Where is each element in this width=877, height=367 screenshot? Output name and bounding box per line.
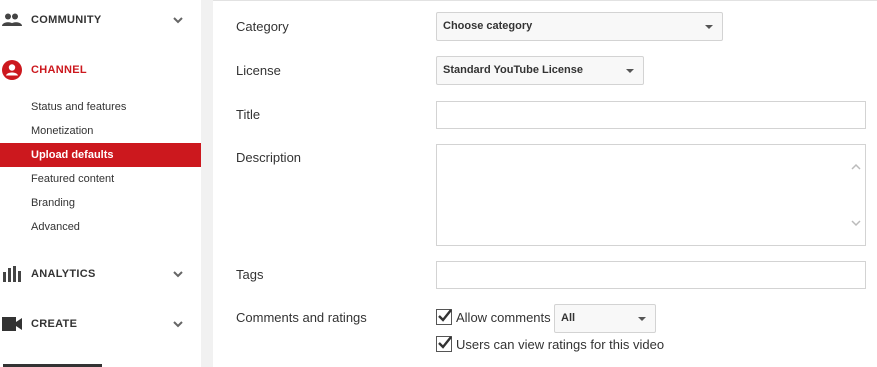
view-ratings-checkbox[interactable] xyxy=(436,336,452,352)
upload-defaults-form: Category Choose category License Standar… xyxy=(213,0,877,367)
sidebar-item-label: Advanced xyxy=(31,221,80,233)
nav-section-label: COMMUNITY xyxy=(31,14,102,26)
chevron-down-icon[interactable] xyxy=(172,268,184,280)
license-select-value: Standard YouTube License xyxy=(443,64,583,76)
nav-section-channel[interactable]: CHANNEL xyxy=(0,59,201,81)
nav-section-community[interactable]: COMMUNITY xyxy=(0,9,201,31)
title-label: Title xyxy=(236,107,261,122)
bar-chart-icon xyxy=(2,263,22,285)
nav-section-label: CREATE xyxy=(31,318,78,330)
license-select[interactable]: Standard YouTube License xyxy=(436,56,644,85)
sidebar-item-featured-content[interactable]: Featured content xyxy=(0,167,201,191)
caret-down-icon xyxy=(705,25,713,29)
sidebar-item-label: Featured content xyxy=(31,173,115,185)
sidebar-item-advanced[interactable]: Advanced xyxy=(0,215,201,239)
category-select-value: Choose category xyxy=(443,20,533,32)
sidebar-item-label: Upload defaults xyxy=(31,149,114,161)
scroll-up-icon[interactable] xyxy=(850,161,862,173)
tags-label: Tags xyxy=(236,267,264,282)
sidebar-item-branding[interactable]: Branding xyxy=(0,191,201,215)
nav-section-analytics[interactable]: ANALYTICS xyxy=(0,263,201,285)
nav-section-label: ANALYTICS xyxy=(31,268,96,280)
account-circle-icon xyxy=(2,59,22,81)
chevron-down-icon[interactable] xyxy=(172,318,184,330)
chevron-down-icon[interactable] xyxy=(172,14,184,26)
sidebar: COMMUNITY CHANNEL Status and features Mo… xyxy=(0,0,201,367)
checkmark-icon xyxy=(438,309,452,322)
sidebar-divider xyxy=(201,0,213,367)
sidebar-item-label: Monetization xyxy=(31,125,94,137)
sidebar-item-status-and-features[interactable]: Status and features xyxy=(0,95,201,119)
caret-down-icon xyxy=(626,69,634,73)
people-icon xyxy=(2,9,22,31)
sidebar-item-label: Status and features xyxy=(31,101,127,113)
comments-filter-select[interactable]: All xyxy=(554,304,656,333)
comments-filter-value: All xyxy=(561,312,576,324)
tags-input[interactable] xyxy=(436,261,866,289)
allow-comments-label[interactable]: Allow comments xyxy=(456,310,551,325)
category-select[interactable]: Choose category xyxy=(436,12,723,41)
category-label: Category xyxy=(236,19,289,34)
comments-ratings-label: Comments and ratings xyxy=(236,310,367,325)
nav-section-label: CHANNEL xyxy=(31,64,87,76)
video-camera-icon xyxy=(2,313,22,335)
title-input[interactable] xyxy=(436,101,866,129)
checkmark-icon xyxy=(438,336,452,349)
scroll-down-icon[interactable] xyxy=(850,217,862,229)
sidebar-item-label: Branding xyxy=(31,197,76,209)
sidebar-item-upload-defaults[interactable]: Upload defaults xyxy=(0,143,201,167)
sidebar-item-monetization[interactable]: Monetization xyxy=(0,119,201,143)
allow-comments-checkbox[interactable] xyxy=(436,309,452,325)
nav-section-create[interactable]: CREATE xyxy=(0,313,201,335)
caret-down-icon xyxy=(638,317,646,321)
description-textarea[interactable] xyxy=(436,144,866,246)
license-label: License xyxy=(236,63,281,78)
description-label: Description xyxy=(236,150,302,165)
view-ratings-label[interactable]: Users can view ratings for this video xyxy=(456,337,664,352)
divider xyxy=(213,0,877,1)
